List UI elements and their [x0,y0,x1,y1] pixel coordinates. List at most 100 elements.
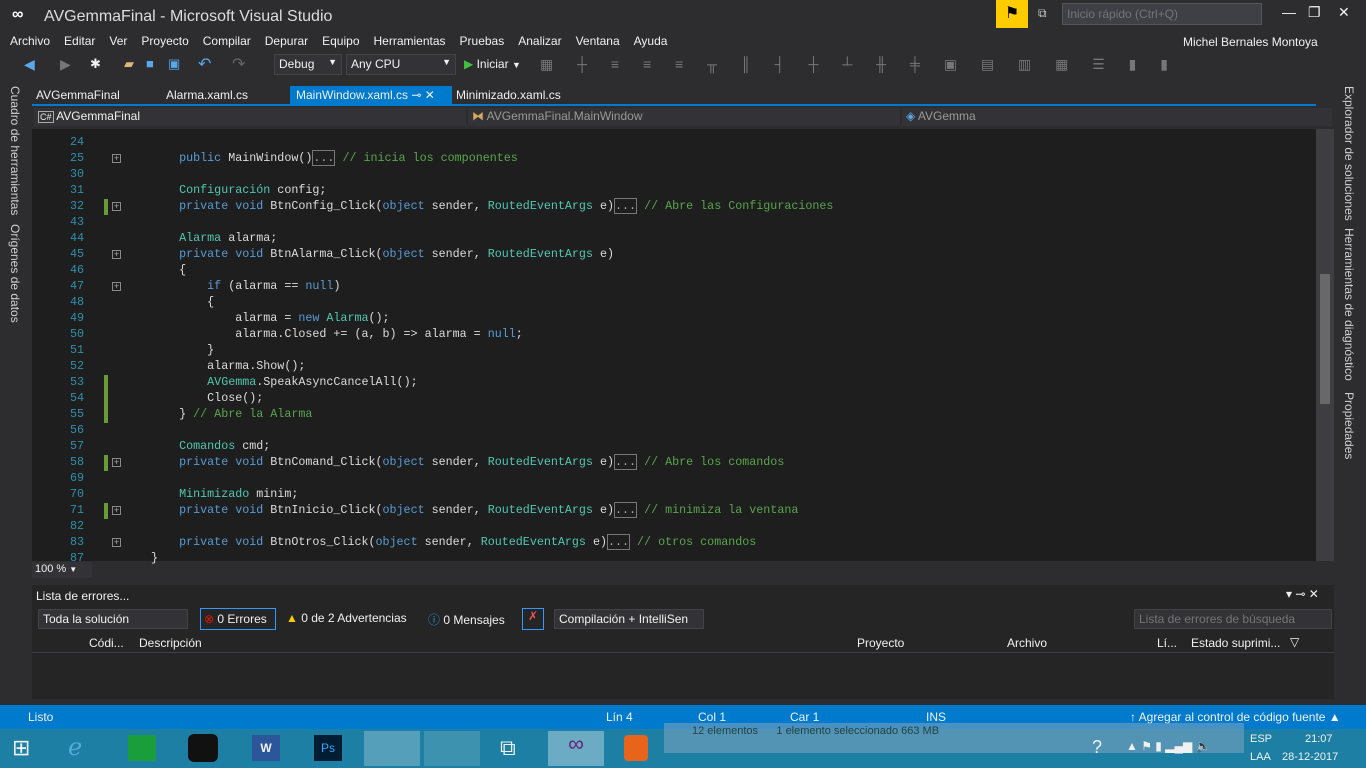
properties-tab[interactable]: Propiedades [1342,392,1356,459]
code-line[interactable]: } // Abre la Alarma [123,407,312,421]
panel-controls[interactable]: ▾ ⊸ ✕ [1286,587,1319,601]
notifications-flag-icon[interactable]: ⚑ [996,0,1028,28]
user-name[interactable]: Michel Bernales Montoya [1183,35,1318,49]
clock-date[interactable]: 28-12-2017 [1282,751,1338,763]
redo-icon[interactable]: ↷ [232,54,245,74]
class-dropdown[interactable]: ⧓ AVGemmaFinal.MainWindow [468,108,900,126]
code-line[interactable]: alarma = new Alarma(); [123,311,389,325]
ie-icon[interactable]: ℯ [68,733,82,762]
toolbox-tab[interactable]: Cuadro de herramientas [8,86,22,215]
column-project[interactable]: Proyecto [857,636,904,650]
code-line[interactable]: Minimizado minim; [123,487,298,501]
tab-mainwindow[interactable]: MainWindow.xaml.cs ⊸ ✕ [290,86,452,106]
data-sources-tab[interactable]: Orígenes de datos [8,224,22,323]
code-line[interactable]: private void BtnInicio_Click(object send… [123,502,798,518]
code-line[interactable]: { [123,295,214,309]
menu-depurar[interactable]: Depurar [265,34,308,48]
code-line[interactable]: Configuración config; [123,183,326,197]
collapsed-region[interactable]: ... [614,198,638,214]
warnings-filter-button[interactable]: ▲ 0 de 2 Advertencias [286,611,407,625]
back-icon[interactable]: ◀ [24,56,35,73]
quick-launch-input[interactable] [1062,3,1262,25]
code-line[interactable]: Comandos cmd; [123,439,270,453]
clock-time[interactable]: 21:07 [1305,733,1333,745]
menu-herramientas[interactable]: Herramientas [374,34,446,48]
forward-icon[interactable]: ▶ [60,56,71,73]
webcam-app-icon[interactable] [188,734,218,762]
code-line[interactable]: private void BtnAlarma_Click(object send… [123,247,614,261]
pin-icon[interactable]: ⊸ [411,88,421,102]
error-search-input[interactable] [1134,609,1332,629]
keyboard-layout[interactable]: LAA [1250,751,1271,763]
tray-icons[interactable]: ▲ ⚑ ▮ ▂▄▆ 🔈 [1126,739,1210,753]
solution-explorer-tab[interactable]: Explorador de soluciones [1342,86,1356,221]
code-line[interactable]: alarma.Closed += (a, b) => alarma = null… [123,327,523,341]
photoshop-icon[interactable]: Ps [314,735,342,761]
undo-icon[interactable]: ↶ [198,54,211,74]
code-line[interactable]: private void BtnOtros_Click(object sende… [123,534,756,550]
zoom-dropdown[interactable]: 100 % ▼ [32,562,92,578]
tab-alarma[interactable]: Alarma.xaml.cs [160,86,254,104]
close-button[interactable]: ✕ [1338,4,1350,21]
column-code[interactable]: Códi... [89,636,124,650]
collapsed-region[interactable]: ... [614,502,638,518]
code-line[interactable]: Close(); [123,391,263,405]
store-icon[interactable] [128,735,156,761]
save-icon[interactable]: ■ [146,56,154,71]
visual-studio-taskbar-icon[interactable]: ∞ [548,731,604,766]
collapsed-region[interactable]: ... [614,454,638,470]
tab-minimizado[interactable]: Minimizado.xaml.cs [450,86,567,104]
menu-ayuda[interactable]: Ayuda [634,34,668,48]
code-line[interactable]: AVGemma.SpeakAsyncCancelAll(); [123,375,417,389]
menu-archivo[interactable]: Archivo [10,34,50,48]
code-line[interactable]: } [123,343,214,357]
menu-equipo[interactable]: Equipo [322,34,359,48]
blend-icon[interactable]: ⧉ [500,735,516,761]
collapse-toggle-icon[interactable]: + [112,202,121,211]
menu-proyecto[interactable]: Proyecto [141,34,188,48]
collapse-toggle-icon[interactable]: + [112,506,121,515]
collapsed-region[interactable]: ... [606,534,631,550]
collapsed-region[interactable]: ... [312,150,336,166]
filter-icon[interactable]: ▽ [1290,635,1299,649]
new-project-icon[interactable]: ✱ [90,56,101,72]
column-line[interactable]: Lí... [1157,636,1177,650]
minimize-button[interactable]: — [1282,4,1296,20]
configuration-dropdown[interactable]: Debug ▼ [274,54,342,75]
menu-ventana[interactable]: Ventana [576,34,620,48]
feedback-icon[interactable]: ⧉ [1038,6,1047,21]
code-line[interactable]: private void BtnComand_Click(object send… [123,454,784,470]
collapse-toggle-icon[interactable]: + [112,250,121,259]
platform-dropdown[interactable]: Any CPU ▼ [346,54,456,75]
save-all-icon[interactable]: ▣ [168,56,180,72]
code-line[interactable]: alarma.Show(); [123,359,305,373]
build-dropdown[interactable]: Compilación + IntelliSen [554,609,704,629]
collapse-toggle-icon[interactable]: + [112,458,121,467]
word-icon[interactable]: W [252,735,280,761]
code-line[interactable]: if (alarma == null) [123,279,340,293]
menu-analizar[interactable]: Analizar [518,34,561,48]
open-icon[interactable]: ▰ [124,56,134,72]
collapse-toggle-icon[interactable]: + [112,282,121,291]
code-line[interactable]: private void BtnConfig_Click(object send… [123,198,833,214]
input-language[interactable]: ESP [1250,733,1272,745]
source-control-button[interactable]: ↑ Agregar al control de código fuente ▲ [1130,710,1341,724]
code-line[interactable]: { [123,263,186,277]
menu-editar[interactable]: Editar [64,34,95,48]
code-line[interactable]: public MainWindow()... // inicia los com… [123,150,518,166]
column-description[interactable]: Descripción [139,636,202,650]
scrollbar-thumb[interactable] [1320,274,1330,404]
menu-ver[interactable]: Ver [109,34,127,48]
maximize-button[interactable]: ❐ [1308,4,1321,21]
media-player-icon[interactable] [624,735,648,761]
menu-pruebas[interactable]: Pruebas [460,34,505,48]
column-suppression[interactable]: Estado suprimi... [1191,636,1280,650]
tab-avgemmafinal[interactable]: AVGemmaFinal [30,86,126,104]
code-line[interactable]: Alarma alarma; [123,231,277,245]
scope-dropdown[interactable]: Toda la solución [38,609,188,629]
menu-compilar[interactable]: Compilar [203,34,251,48]
project-dropdown[interactable]: C# AVGemmaFinal [34,108,466,126]
collapse-toggle-icon[interactable]: + [112,538,121,547]
clear-filter-icon[interactable]: ✗ [522,608,544,630]
help-icon[interactable]: ? [1092,737,1102,758]
